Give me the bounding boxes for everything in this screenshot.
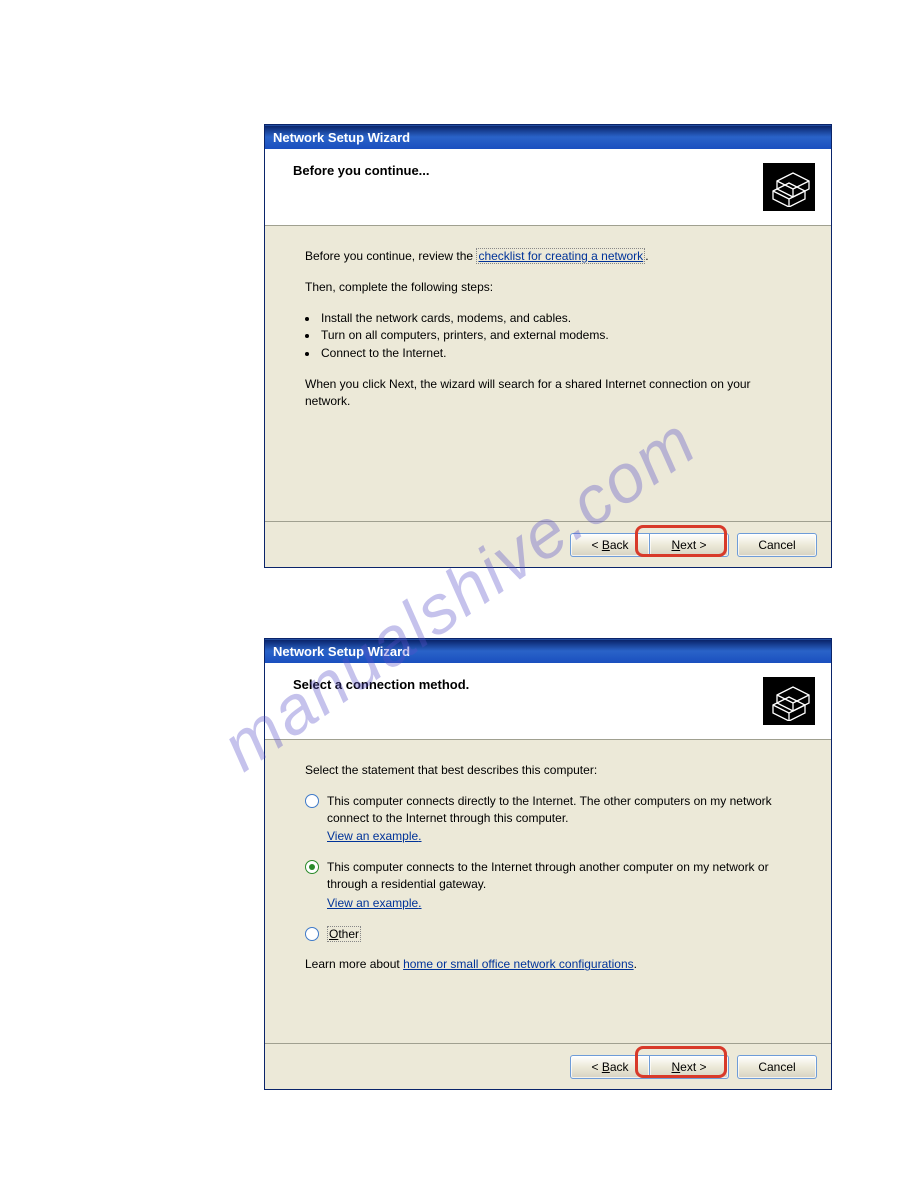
radio-button-icon [305,927,319,941]
radio-label: This computer connects directly to the I… [327,793,791,845]
step-item: Turn on all computers, printers, and ext… [319,327,791,344]
back-button[interactable]: < Back [570,1055,650,1079]
wizard-dialog-connection-method: Network Setup Wizard Select a connection… [264,638,832,1090]
learn-more-line: Learn more about home or small office ne… [305,956,791,973]
back-button[interactable]: < Back [570,533,650,557]
learn-more-link[interactable]: home or small office network configurati… [403,957,634,971]
radio-label: Other [327,926,791,943]
next-button[interactable]: Next > [649,1055,729,1079]
wizard-footer: < Back Next > Cancel [265,521,831,567]
learn-prefix: Learn more about [305,957,403,971]
wizard-content: Before you continue, review the checklis… [265,226,831,434]
step-item: Install the network cards, modems, and c… [319,310,791,327]
back-next-group: < Back Next > [570,533,729,557]
network-device-icon [763,677,815,725]
window-title: Network Setup Wizard [273,644,410,659]
page-heading: Select a connection method. [293,677,469,692]
radio-option-direct[interactable]: This computer connects directly to the I… [305,793,791,845]
step-item: Connect to the Internet. [319,345,791,362]
network-device-icon [763,163,815,211]
steps-list: Install the network cards, modems, and c… [305,310,791,362]
option-text: This computer connects directly to the I… [327,794,772,825]
intro-suffix: . [645,249,648,263]
radio-label: This computer connects to the Internet t… [327,859,791,911]
page-heading: Before you continue... [293,163,430,178]
radio-selected-dot [309,864,315,870]
titlebar: Network Setup Wizard [265,125,831,149]
instruction: Select the statement that best describes… [305,762,791,779]
wizard-header: Before you continue... [265,149,831,226]
titlebar: Network Setup Wizard [265,639,831,663]
wizard-content: Select the statement that best describes… [265,740,831,997]
intro-prefix: Before you continue, review the [305,249,476,263]
cancel-button[interactable]: Cancel [737,533,817,557]
option-text: This computer connects to the Internet t… [327,860,769,891]
option-text: Other [327,926,361,942]
note-line: When you click Next, the wizard will sea… [305,376,791,410]
back-next-group: < Back Next > [570,1055,729,1079]
view-example-link[interactable]: View an example. [327,828,791,845]
wizard-dialog-before-continue: Network Setup Wizard Before you continue… [264,124,832,568]
window-title: Network Setup Wizard [273,130,410,145]
radio-button-icon [305,860,319,874]
wizard-footer: < Back Next > Cancel [265,1043,831,1089]
radio-option-gateway[interactable]: This computer connects to the Internet t… [305,859,791,911]
learn-suffix: . [634,957,637,971]
then-line: Then, complete the following steps: [305,279,791,296]
checklist-link[interactable]: checklist for creating a network [476,248,645,264]
wizard-header: Select a connection method. [265,663,831,740]
radio-button-icon [305,794,319,808]
view-example-link[interactable]: View an example. [327,895,791,912]
intro-line: Before you continue, review the checklis… [305,248,791,265]
radio-option-other[interactable]: Other [305,926,791,943]
next-button[interactable]: Next > [649,533,729,557]
cancel-button[interactable]: Cancel [737,1055,817,1079]
